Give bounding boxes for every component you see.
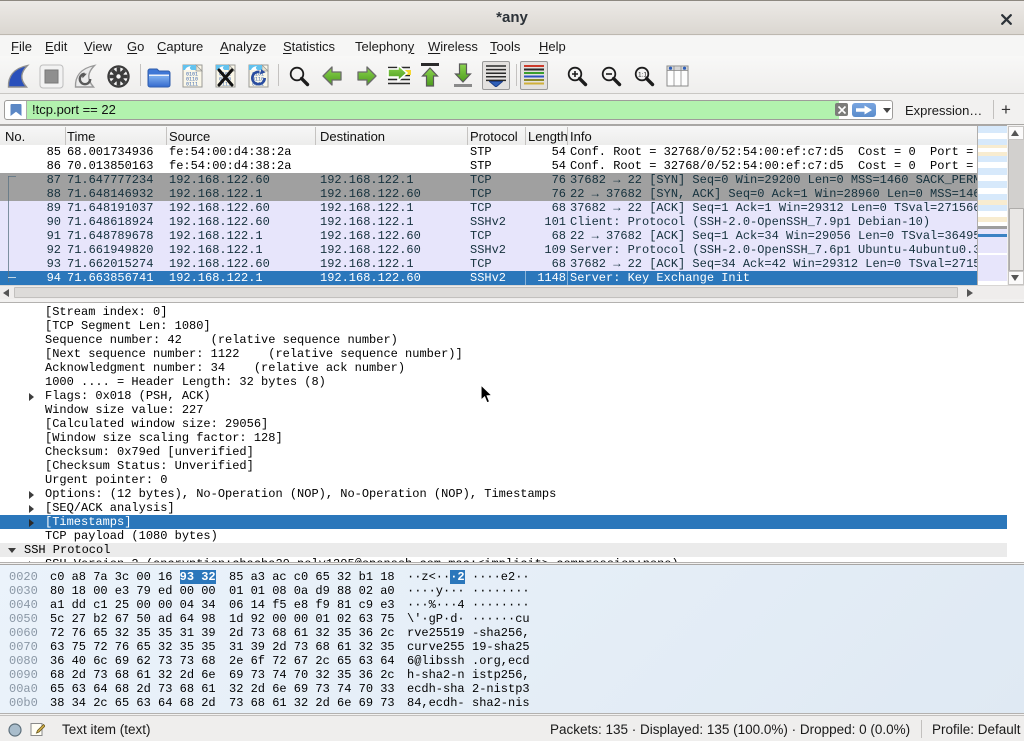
- svg-text:1:1: 1:1: [638, 72, 647, 79]
- svg-text:0111: 0111: [186, 82, 198, 88]
